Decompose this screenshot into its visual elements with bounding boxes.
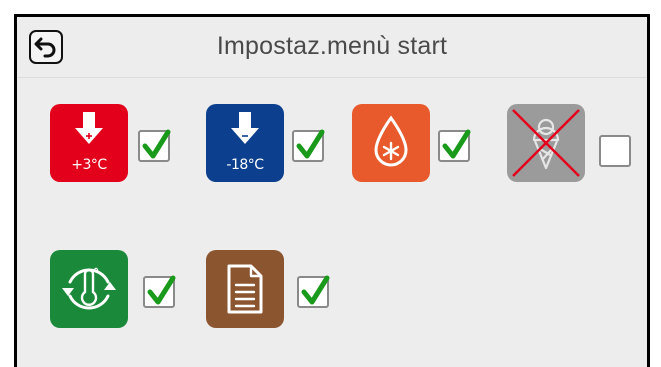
- fast-cooling-checkbox[interactable]: [138, 129, 171, 162]
- arrow-down-icon: [75, 112, 103, 144]
- header: Impostaz.menù start: [17, 17, 647, 78]
- fast-cooling-icon-tile[interactable]: +3°C: [50, 104, 128, 182]
- thawing-icon-tile[interactable]: [352, 104, 430, 182]
- display-screen: Impostaz.menù start +3°C -18°C: [14, 14, 650, 367]
- thawing-checkbox[interactable]: [438, 129, 471, 162]
- checkmark-icon: [296, 129, 325, 159]
- checkmark-icon: [442, 129, 471, 159]
- checkmark-icon: [301, 275, 330, 305]
- page-title: Impostaz.menù start: [216, 32, 448, 60]
- conservation-checkbox[interactable]: [143, 275, 176, 308]
- temperature-label: +3°C: [71, 157, 107, 173]
- thermometer-cycle-icon: [62, 267, 116, 310]
- fast-freezing-icon-tile[interactable]: -18°C: [206, 104, 284, 182]
- recipes-checkbox[interactable]: [297, 275, 330, 308]
- ice-cream-icon-tile[interactable]: [507, 104, 585, 182]
- recipes-icon-tile[interactable]: [206, 250, 284, 328]
- temperature-label: -18°C: [226, 157, 264, 173]
- fast-freezing-checkbox[interactable]: [292, 129, 325, 162]
- document-icon: [227, 264, 263, 314]
- checkmark-icon: [142, 129, 171, 159]
- conservation-icon-tile[interactable]: [50, 250, 128, 328]
- arrow-down-icon: [231, 112, 259, 144]
- ice-cream-crossed-icon: [512, 109, 580, 177]
- ice-cream-checkbox[interactable]: [599, 135, 631, 167]
- drop-snowflake-icon: [374, 115, 408, 167]
- checkmark-icon: [147, 275, 176, 305]
